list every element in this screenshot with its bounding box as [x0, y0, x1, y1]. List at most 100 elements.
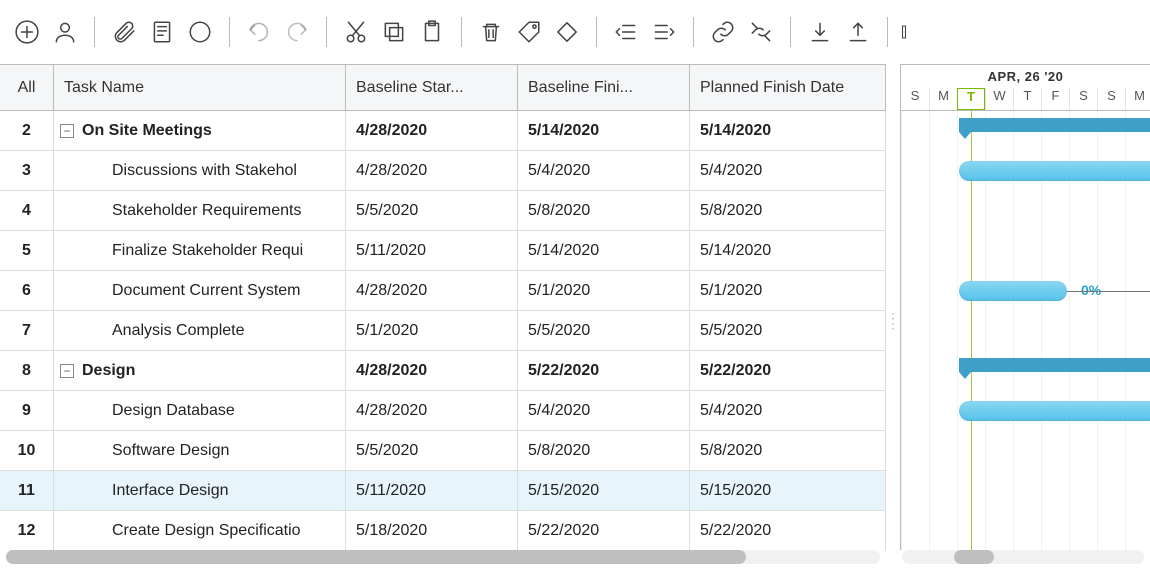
- export-button[interactable]: [839, 13, 877, 51]
- grid-h-scrollbar[interactable]: [6, 550, 880, 564]
- toolbar-separator: [229, 17, 230, 47]
- table-row[interactable]: 9Design Database4/28/20205/4/20205/4/202…: [0, 391, 886, 431]
- baseline-finish-cell[interactable]: 5/14/2020: [518, 111, 690, 150]
- baseline-finish-cell[interactable]: 5/8/2020: [518, 431, 690, 470]
- tag-button[interactable]: [510, 13, 548, 51]
- planned-finish-cell[interactable]: 5/22/2020: [690, 351, 886, 390]
- col-header-index[interactable]: All: [0, 65, 54, 111]
- baseline-finish-cell[interactable]: 5/4/2020: [518, 391, 690, 430]
- undo-button[interactable]: [240, 13, 278, 51]
- planned-finish-cell[interactable]: 5/15/2020: [690, 471, 886, 510]
- import-button[interactable]: [801, 13, 839, 51]
- gantt-day-cell: S: [1069, 88, 1097, 111]
- gantt-summary-bar[interactable]: [959, 358, 1150, 372]
- redo-button[interactable]: [278, 13, 316, 51]
- task-name-cell[interactable]: Document Current System: [54, 271, 346, 310]
- col-header-baseline-start[interactable]: Baseline Star...: [346, 65, 518, 111]
- gantt-summary-bar[interactable]: [959, 118, 1150, 132]
- col-header-task-name[interactable]: Task Name: [54, 65, 346, 111]
- baseline-start-cell[interactable]: 4/28/2020: [346, 391, 518, 430]
- gantt-task-bar[interactable]: [959, 281, 1067, 301]
- table-row[interactable]: 3Discussions with Stakehol4/28/20205/4/2…: [0, 151, 886, 191]
- planned-finish-cell[interactable]: 5/8/2020: [690, 191, 886, 230]
- col-header-baseline-finish[interactable]: Baseline Fini...: [518, 65, 690, 111]
- table-row[interactable]: 11Interface Design5/11/20205/15/20205/15…: [0, 471, 886, 511]
- task-name-cell[interactable]: Software Design: [54, 431, 346, 470]
- task-name-cell[interactable]: Finalize Stakeholder Requi: [54, 231, 346, 270]
- table-row[interactable]: 12Create Design Specificatio5/18/20205/2…: [0, 511, 886, 550]
- link-button[interactable]: [704, 13, 742, 51]
- task-name-cell[interactable]: −On Site Meetings: [54, 111, 346, 150]
- gantt-timescale-header: APR, 26 '20 SMTWTFSSM: [900, 65, 1150, 111]
- baseline-start-cell[interactable]: 5/11/2020: [346, 471, 518, 510]
- note-button[interactable]: [143, 13, 181, 51]
- baseline-finish-cell[interactable]: 5/1/2020: [518, 271, 690, 310]
- baseline-start-cell[interactable]: 5/18/2020: [346, 511, 518, 550]
- task-name-cell[interactable]: Discussions with Stakehol: [54, 151, 346, 190]
- table-row[interactable]: 7Analysis Complete5/1/20205/5/20205/5/20…: [0, 311, 886, 351]
- table-row[interactable]: 4Stakeholder Requirements5/5/20205/8/202…: [0, 191, 886, 231]
- collapse-toggle[interactable]: −: [60, 124, 74, 138]
- planned-finish-cell[interactable]: 5/22/2020: [690, 511, 886, 550]
- grid-h-scroll-thumb[interactable]: [6, 550, 746, 564]
- baseline-finish-cell[interactable]: 5/14/2020: [518, 231, 690, 270]
- baseline-start-cell[interactable]: 4/28/2020: [346, 271, 518, 310]
- task-name-cell[interactable]: Stakeholder Requirements: [54, 191, 346, 230]
- baseline-start-cell[interactable]: 4/28/2020: [346, 151, 518, 190]
- toolbar-separator: [94, 17, 95, 47]
- baseline-start-cell[interactable]: 4/28/2020: [346, 111, 518, 150]
- table-row[interactable]: 2−On Site Meetings4/28/20205/14/20205/14…: [0, 111, 886, 151]
- table-row[interactable]: 10Software Design5/5/20205/8/20205/8/202…: [0, 431, 886, 471]
- task-name-cell[interactable]: Interface Design: [54, 471, 346, 510]
- task-name-text: Design Database: [112, 402, 235, 420]
- baseline-finish-cell[interactable]: 5/4/2020: [518, 151, 690, 190]
- baseline-finish-cell[interactable]: 5/15/2020: [518, 471, 690, 510]
- unlink-button[interactable]: [742, 13, 780, 51]
- gantt-task-bar[interactable]: [959, 401, 1150, 421]
- add-button[interactable]: [8, 13, 46, 51]
- task-name-cell[interactable]: −Design: [54, 351, 346, 390]
- user-button[interactable]: [46, 13, 84, 51]
- planned-finish-cell[interactable]: 5/4/2020: [690, 391, 886, 430]
- table-row[interactable]: 6Document Current System4/28/20205/1/202…: [0, 271, 886, 311]
- table-row[interactable]: 5Finalize Stakeholder Requi5/11/20205/14…: [0, 231, 886, 271]
- copy-button[interactable]: [375, 13, 413, 51]
- gantt-body[interactable]: 0%: [900, 111, 1150, 550]
- task-name-cell[interactable]: Design Database: [54, 391, 346, 430]
- delete-button[interactable]: [472, 13, 510, 51]
- comment-button[interactable]: [181, 13, 219, 51]
- attach-button[interactable]: [105, 13, 143, 51]
- planned-finish-cell[interactable]: 5/5/2020: [690, 311, 886, 350]
- gantt-chart[interactable]: APR, 26 '20 SMTWTFSSM 0%: [900, 64, 1150, 550]
- indent-button[interactable]: [645, 13, 683, 51]
- baseline-start-cell[interactable]: 5/1/2020: [346, 311, 518, 350]
- cut-button[interactable]: [337, 13, 375, 51]
- baseline-start-cell[interactable]: 5/5/2020: [346, 431, 518, 470]
- planned-finish-cell[interactable]: 5/1/2020: [690, 271, 886, 310]
- planned-finish-cell[interactable]: 5/14/2020: [690, 231, 886, 270]
- baseline-finish-cell[interactable]: 5/22/2020: [518, 351, 690, 390]
- baseline-start-cell[interactable]: 5/11/2020: [346, 231, 518, 270]
- milestone-button[interactable]: [548, 13, 586, 51]
- baseline-start-cell[interactable]: 4/28/2020: [346, 351, 518, 390]
- baseline-finish-cell[interactable]: 5/5/2020: [518, 311, 690, 350]
- pane-splitter[interactable]: ⋮⋮: [886, 64, 900, 550]
- paste-button[interactable]: [413, 13, 451, 51]
- baseline-finish-cell[interactable]: 5/8/2020: [518, 191, 690, 230]
- col-header-planned-finish[interactable]: Planned Finish Date: [690, 65, 886, 111]
- planned-finish-cell[interactable]: 5/14/2020: [690, 111, 886, 150]
- grid-body[interactable]: 2−On Site Meetings4/28/20205/14/20205/14…: [0, 111, 886, 550]
- baseline-finish-cell[interactable]: 5/22/2020: [518, 511, 690, 550]
- table-row[interactable]: 8−Design4/28/20205/22/20205/22/2020: [0, 351, 886, 391]
- gantt-h-scrollbar[interactable]: [902, 550, 1144, 564]
- gantt-h-scroll-thumb[interactable]: [954, 550, 994, 564]
- baseline-start-cell[interactable]: 5/5/2020: [346, 191, 518, 230]
- gantt-task-bar[interactable]: [959, 161, 1150, 181]
- task-name-cell[interactable]: Analysis Complete: [54, 311, 346, 350]
- collapse-toggle[interactable]: −: [60, 364, 74, 378]
- planned-finish-cell[interactable]: 5/4/2020: [690, 151, 886, 190]
- planned-finish-cell[interactable]: 5/8/2020: [690, 431, 886, 470]
- task-name-cell[interactable]: Create Design Specificatio: [54, 511, 346, 550]
- more-button[interactable]: [898, 13, 916, 51]
- outdent-button[interactable]: [607, 13, 645, 51]
